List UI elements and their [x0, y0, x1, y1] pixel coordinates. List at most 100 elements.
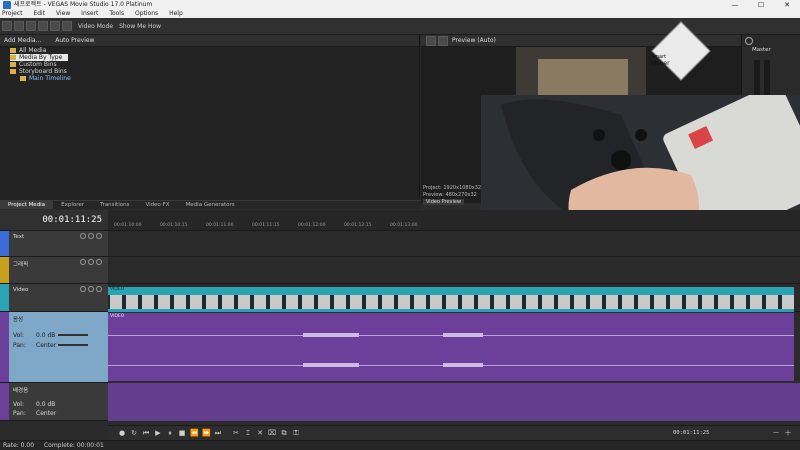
ruler-mark: 00:01:11:15 — [252, 223, 280, 228]
timecode-panel: 00:01:11:25 — [0, 210, 108, 231]
split-icon[interactable] — [438, 35, 448, 46]
stop-icon[interactable]: ■ — [178, 429, 186, 437]
preview-info-project: Project: 1920x1080x32 — [423, 185, 482, 191]
window-title: 새프로젝트 - VEGAS Movie Studio 17.0 Platinum — [14, 1, 153, 8]
tab-explorer[interactable]: Explorer — [53, 201, 92, 209]
trim-icon[interactable]: ⌧ — [268, 429, 276, 437]
close-button[interactable]: ✕ — [774, 0, 800, 10]
bottom-tabs: Project Media Explorer Transitions Video… — [0, 200, 421, 209]
volume-slider[interactable] — [58, 334, 88, 336]
auto-preview-button[interactable]: Auto Preview — [55, 37, 94, 44]
menu-view[interactable]: View — [56, 10, 70, 17]
pan-slider[interactable] — [58, 344, 88, 346]
menu-project[interactable]: Project — [2, 10, 23, 17]
maximize-button[interactable]: ☐ — [748, 0, 774, 10]
motion-icon[interactable] — [88, 286, 94, 292]
edit-tool-icon[interactable]: ✂ — [232, 429, 240, 437]
mute-icon[interactable] — [96, 286, 102, 292]
track-color-bar — [0, 231, 9, 256]
tree-item-media-by-type[interactable]: Media By Type — [10, 54, 69, 61]
waveform-segment — [303, 363, 359, 367]
mute-icon[interactable] — [96, 259, 102, 265]
add-media-button[interactable]: Add Media... — [4, 37, 41, 44]
open-project-icon[interactable] — [14, 21, 24, 31]
menu-options[interactable]: Options — [135, 10, 158, 17]
audio-clip-bgm[interactable] — [108, 383, 800, 421]
fx-icon[interactable] — [80, 286, 86, 292]
audio-clip-voice[interactable]: VIDEO — [108, 313, 794, 381]
track-header-bgm[interactable]: 배경음 Vol: 0.0 dB Pan: Center — [0, 383, 108, 421]
play-from-start-icon[interactable]: ⏮ — [142, 429, 150, 437]
pause-icon[interactable]: ⏸ — [166, 429, 174, 437]
clip-label: VIDEO — [110, 287, 125, 292]
delete-icon[interactable]: ✕ — [256, 429, 264, 437]
menu-insert[interactable]: Insert — [81, 10, 98, 17]
undo-icon[interactable] — [50, 21, 60, 31]
ruler-mark: 00:01:13:00 — [390, 223, 418, 228]
clip-label: VIDEO — [110, 314, 125, 319]
mute-icon[interactable] — [96, 233, 102, 239]
tree-item-main-timeline[interactable]: Main Timeline — [20, 75, 71, 82]
save-icon[interactable] — [26, 21, 36, 31]
track-color-bar — [0, 383, 9, 420]
preview-quality-select[interactable]: Preview (Auto) — [452, 37, 496, 44]
menu-bar: Project Edit View Insert Tools Options H… — [0, 10, 800, 18]
minimize-button[interactable]: — — [722, 0, 748, 10]
preview-info-preview: Preview: 480x270x32 — [423, 192, 477, 198]
timeline-ruler[interactable]: 00:01:10:00 00:01:10:15 00:01:11:00 00:0… — [108, 210, 800, 231]
tab-video-fx[interactable]: Video FX — [137, 201, 177, 209]
video-mode-button[interactable]: Video Mode — [78, 23, 113, 30]
tree-item-all-media[interactable]: All Media — [10, 47, 46, 54]
fx-icon[interactable] — [80, 259, 86, 265]
track-header-text[interactable]: Text — [0, 231, 108, 257]
track-header-graphic[interactable]: 그래픽 — [0, 257, 108, 284]
tab-media-generators[interactable]: Media Generators — [178, 201, 243, 209]
tab-project-media[interactable]: Project Media — [0, 201, 54, 209]
menu-help[interactable]: Help — [169, 10, 183, 17]
tree-item-custom-bins[interactable]: Custom Bins — [10, 61, 57, 68]
vol-label: Vol: — [13, 401, 24, 408]
next-frame-icon[interactable]: ⏩ — [202, 429, 211, 437]
track-name: Video — [13, 287, 29, 293]
gear-icon[interactable] — [426, 35, 436, 46]
tab-transitions[interactable]: Transitions — [92, 201, 137, 209]
play-icon[interactable]: ▶ — [154, 429, 162, 437]
snap-icon[interactable]: ⧉ — [280, 429, 288, 437]
redo-icon[interactable] — [62, 21, 72, 31]
pan-label: Pan: — [13, 342, 26, 349]
track-name: 그래픽 — [13, 262, 29, 268]
timeline-timecode[interactable]: 00:01:11:25 — [42, 215, 102, 225]
show-me-how-button[interactable]: Show Me How — [119, 23, 161, 30]
motion-icon[interactable] — [88, 259, 94, 265]
vol-label: Vol: — [13, 332, 24, 339]
gear-icon[interactable] — [745, 37, 753, 45]
track-name: 배경음 — [13, 388, 29, 394]
zoom-out-icon[interactable]: － — [772, 429, 780, 437]
pan-value: Center — [36, 410, 57, 417]
fx-icon[interactable] — [80, 233, 86, 239]
track-lane-graphic[interactable] — [108, 257, 800, 284]
rate-label: Rate: 0.00 — [3, 442, 35, 449]
loop-icon[interactable]: ↻ — [130, 429, 138, 437]
track-lane-text[interactable] — [108, 231, 800, 257]
tab-video-preview[interactable]: Video Preview — [423, 199, 465, 205]
folder-icon — [10, 62, 16, 67]
lock-icon[interactable]: ⚿ — [292, 429, 300, 437]
track-header-voice[interactable]: 음성 Vol: 0.0 dB Pan: Center — [0, 312, 108, 383]
new-project-icon[interactable] — [2, 21, 12, 31]
record-icon[interactable]: ● — [118, 429, 126, 437]
tree-item-storyboard-bins[interactable]: Storyboard Bins — [10, 68, 67, 75]
ruler-mark: 00:01:11:00 — [206, 223, 234, 228]
menu-edit[interactable]: Edit — [33, 10, 45, 17]
zoom-in-icon[interactable]: ＋ — [784, 429, 792, 437]
prev-frame-icon[interactable]: ⏪ — [190, 429, 199, 437]
track-color-bar — [0, 284, 9, 311]
app-icon — [3, 1, 11, 9]
render-icon[interactable] — [38, 21, 48, 31]
go-to-end-icon[interactable]: ⏭ — [214, 429, 222, 437]
video-clip[interactable]: VIDEO — [108, 287, 794, 312]
motion-icon[interactable] — [88, 233, 94, 239]
menu-tools[interactable]: Tools — [109, 10, 124, 17]
track-header-video[interactable]: Video — [0, 284, 108, 312]
split-icon[interactable]: ⌶ — [244, 429, 252, 437]
